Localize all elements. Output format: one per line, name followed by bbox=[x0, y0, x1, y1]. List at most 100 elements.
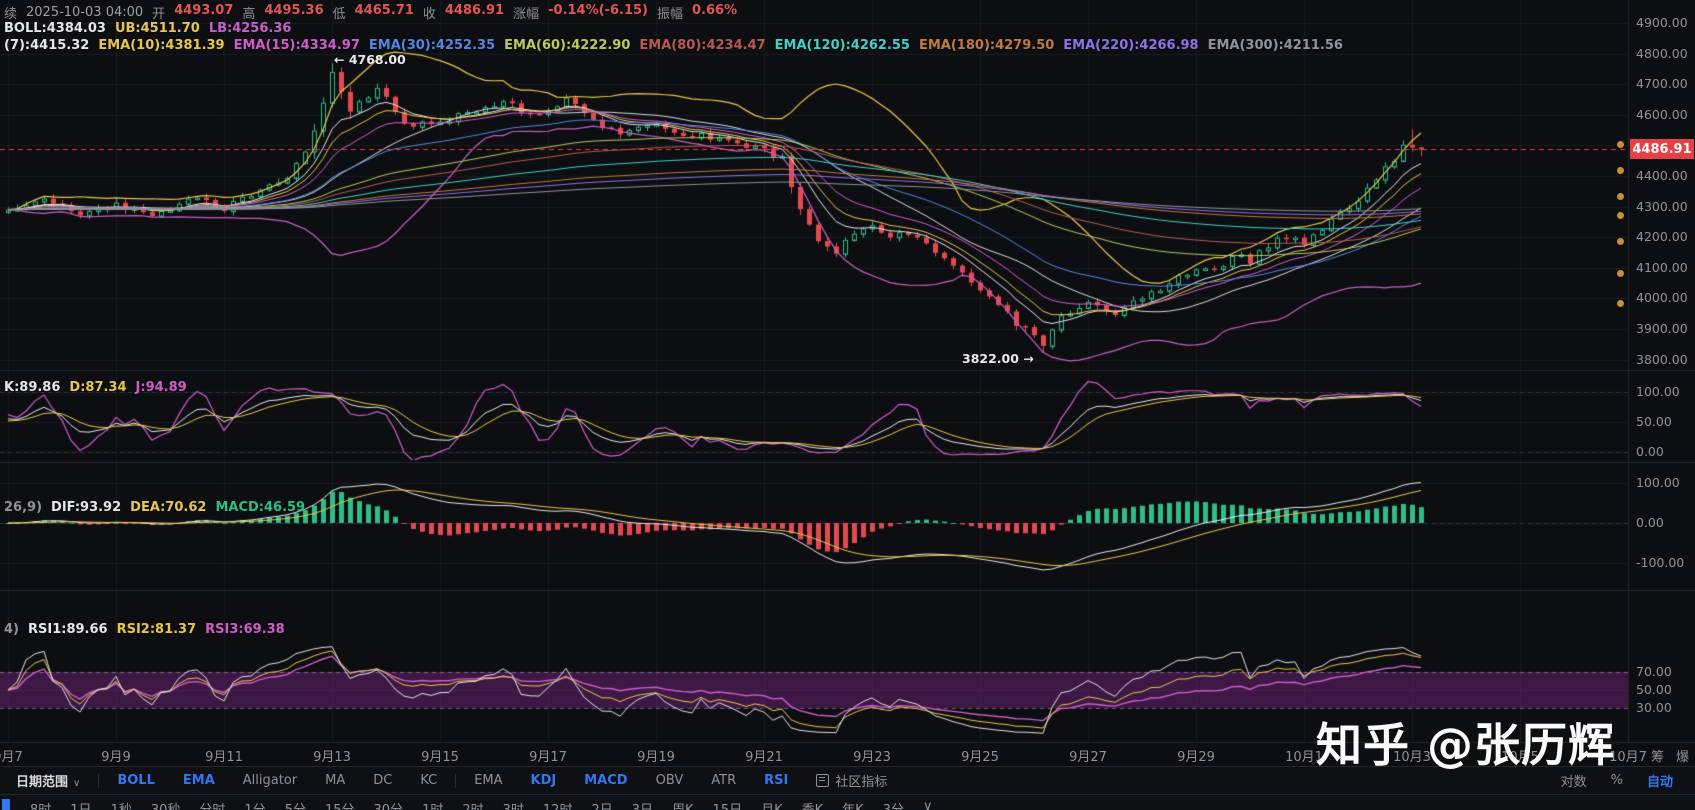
toolbar-item-ATR[interactable]: ATR bbox=[697, 773, 750, 788]
timeframe-bar: 8时 1日 1秒 30秒 分时 1分 5分 15分 30分 1时 2时 3时 12时 2日 3日 周K 15日 月… bbox=[0, 794, 1695, 810]
price-marker-dot bbox=[1617, 270, 1624, 277]
kdj-row-item: J:94.89 bbox=[136, 380, 187, 395]
toolbar-item-%[interactable]: % bbox=[1599, 773, 1635, 788]
toolbar-item-KDJ[interactable]: KDJ bbox=[517, 773, 571, 788]
price-marker-dot bbox=[1617, 300, 1624, 307]
timeframe-8时[interactable]: 8时 bbox=[27, 799, 54, 810]
timeframe-1日[interactable]: 1日 bbox=[67, 799, 94, 810]
toolbar-label: RSI bbox=[764, 773, 788, 788]
ema-row-item: EMA(220):4266.98 bbox=[1063, 38, 1198, 53]
timeframe-1时[interactable]: 1时 bbox=[419, 799, 446, 810]
date-tick: 9月19 bbox=[637, 746, 675, 765]
kdj-tick: 50.00 bbox=[1636, 414, 1672, 429]
price-marker-dot bbox=[1617, 141, 1624, 148]
toolbar-item-OBV[interactable]: OBV bbox=[642, 773, 698, 788]
ohlc-label: 收 bbox=[423, 3, 436, 22]
ohlc-fields: 开4493.07高4495.36低4465.71收4486.91涨幅-0.14%… bbox=[152, 3, 737, 22]
price-tick: 4100.00 bbox=[1636, 260, 1688, 275]
timeframe-30秒[interactable]: 30秒 bbox=[148, 799, 184, 810]
price-tick: 3900.00 bbox=[1636, 321, 1688, 336]
toolbar-item-RSI[interactable]: RSI bbox=[750, 773, 802, 788]
toolbar-label: EMA bbox=[474, 773, 502, 788]
date-tick: 9月29 bbox=[1177, 746, 1215, 765]
ohlc-value: 4493.07 bbox=[174, 3, 233, 22]
price-tick: 4300.00 bbox=[1636, 199, 1688, 214]
trading-app: 续 2025-10-03 04:00 开4493.07高4495.36低4465… bbox=[0, 0, 1695, 810]
ohlc-header-row: 续 2025-10-03 04:00 开4493.07高4495.36低4465… bbox=[4, 3, 737, 22]
toolbar-item-社区指标[interactable]: 社区指标 bbox=[802, 771, 901, 790]
ohlc-label: 高 bbox=[242, 3, 255, 22]
toolbar-label: MACD bbox=[584, 773, 627, 788]
price-tick: 4700.00 bbox=[1636, 76, 1688, 91]
ema-row-item: (7):4415.32 bbox=[4, 38, 89, 53]
ohlc-label: 振幅 bbox=[657, 3, 683, 22]
timeframe-15分[interactable]: 15分 bbox=[322, 799, 358, 810]
rsi-row-item: 4) bbox=[4, 622, 19, 637]
toolbar-label: OBV bbox=[656, 773, 684, 788]
date-tick: 9月21 bbox=[745, 746, 783, 765]
price-marker-dot bbox=[1617, 193, 1624, 200]
timeframe-30分[interactable]: 30分 bbox=[371, 799, 407, 810]
watermark: 知乎 @张历辉 bbox=[1316, 709, 1615, 775]
macd-row-item: DEA:70.62 bbox=[130, 500, 206, 515]
toolbar-item-Alligator[interactable]: Alligator bbox=[229, 773, 311, 788]
selected-timeframe-marker bbox=[2, 799, 10, 810]
price-tick: 4800.00 bbox=[1636, 46, 1688, 61]
toolbar-item-自动[interactable]: 自动 bbox=[1635, 771, 1685, 790]
kdj-row-item: D:87.34 bbox=[69, 380, 126, 395]
rsi-row-item: RSI3:69.38 bbox=[205, 622, 285, 637]
toolbar-label: EMA bbox=[183, 773, 215, 788]
timeframe-12时[interactable]: 12时 bbox=[540, 799, 576, 810]
ema-readout-row: (7):4415.32EMA(10):4381.39EMA(15):4334.9… bbox=[4, 38, 1343, 53]
price-tick: 4600.00 bbox=[1636, 107, 1688, 122]
date-tick: 9月27 bbox=[1069, 746, 1107, 765]
price-tick: 4900.00 bbox=[1636, 15, 1688, 30]
ohlc-label: 开 bbox=[152, 3, 165, 22]
timeframe-2日[interactable]: 2日 bbox=[588, 799, 615, 810]
date-tick: 9月17 bbox=[529, 746, 567, 765]
timeframe-年K[interactable]: 年K bbox=[839, 799, 867, 810]
ema-row-item: EMA(80):4234.47 bbox=[639, 38, 765, 53]
corner-button-爆[interactable]: 爆 bbox=[1676, 746, 1689, 765]
toolbar-item-EMA[interactable]: EMA bbox=[460, 773, 516, 788]
timeframe-2时[interactable]: 2时 bbox=[459, 799, 486, 810]
macd-row-item: DIF:93.92 bbox=[51, 500, 121, 515]
toolbar-item-MA[interactable]: MA bbox=[311, 773, 359, 788]
macd-row-item: 26,9) bbox=[4, 500, 42, 515]
timeframe-周K[interactable]: 周K bbox=[669, 799, 697, 810]
toolbar-item-日期范围[interactable]: 日期范围∨ bbox=[0, 771, 94, 790]
price-marker-dot bbox=[1617, 212, 1624, 219]
toolbar-item-BOLL[interactable]: BOLL bbox=[103, 773, 169, 788]
toolbar-label: KC bbox=[420, 773, 437, 788]
ohlc-label: 涨幅 bbox=[513, 3, 539, 22]
timeframe-15日[interactable]: 15日 bbox=[710, 799, 746, 810]
timeframe-1分[interactable]: 1分 bbox=[241, 799, 268, 810]
toolbar-item-KC[interactable]: KC bbox=[406, 773, 451, 788]
timeframe-3分[interactable]: 3分 bbox=[880, 799, 907, 810]
kdj-row-item: K:89.86 bbox=[4, 380, 60, 395]
toolbar-label: 日期范围 bbox=[16, 775, 68, 790]
ema-row-item: EMA(120):4262.55 bbox=[775, 38, 910, 53]
timeframe-季K[interactable]: 季K bbox=[799, 799, 827, 810]
price-marker-dot bbox=[1617, 167, 1624, 174]
toolbar-divider bbox=[455, 774, 456, 788]
toolbar-divider bbox=[98, 774, 99, 788]
timeframe-月K[interactable]: 月K bbox=[758, 799, 786, 810]
timeframe-3时[interactable]: 3时 bbox=[500, 799, 527, 810]
macd-tick: 0.00 bbox=[1636, 515, 1664, 530]
ohlc-value: 4495.36 bbox=[264, 3, 323, 22]
timeframe-1秒[interactable]: 1秒 bbox=[108, 799, 135, 810]
timeframe-3日[interactable]: 3日 bbox=[629, 799, 656, 810]
toolbar-item-MACD[interactable]: MACD bbox=[570, 773, 641, 788]
macd-tick: 100.00 bbox=[1636, 475, 1680, 490]
toolbar-item-DC[interactable]: DC bbox=[359, 773, 406, 788]
timeframe-5分[interactable]: 5分 bbox=[282, 799, 309, 810]
toolbar-item-EMA[interactable]: EMA bbox=[169, 773, 229, 788]
last-price-tag: 4486.91 bbox=[1630, 139, 1694, 159]
corner-button-筹[interactable]: 筹 bbox=[1651, 746, 1664, 765]
timeframe-∨[interactable]: ∨ bbox=[920, 799, 936, 810]
timeframe-分时[interactable]: 分时 bbox=[196, 799, 228, 810]
ohlc-value: -0.14%(-6.15) bbox=[548, 3, 648, 22]
ema-row-item: EMA(300):4211.56 bbox=[1208, 38, 1343, 53]
macd-row-item: MACD:46.59 bbox=[215, 500, 305, 515]
